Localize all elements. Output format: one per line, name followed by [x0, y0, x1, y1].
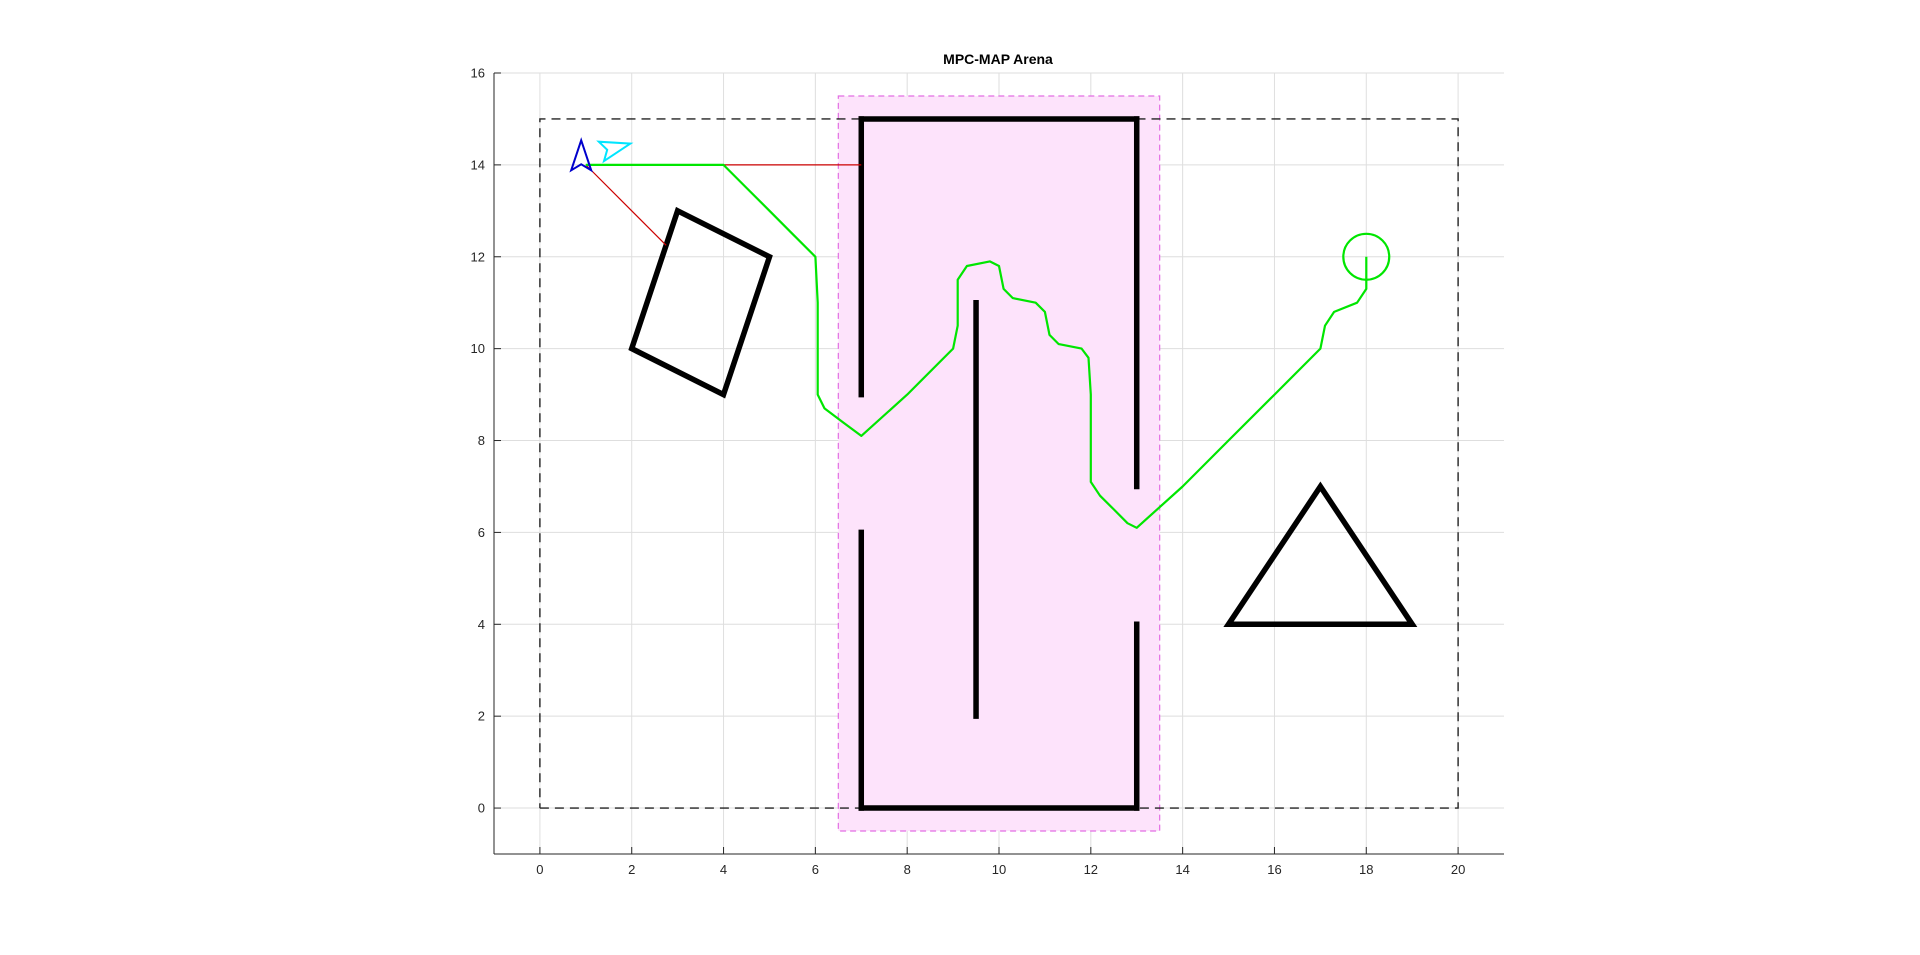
- y-tick-label: 4: [478, 617, 485, 632]
- chart-title: MPC-MAP Arena: [943, 51, 1053, 67]
- y-tick-label: 16: [471, 66, 485, 81]
- x-tick-label: 18: [1359, 862, 1373, 877]
- x-tick-label: 16: [1267, 862, 1281, 877]
- shaded-zone: [837, 95, 1161, 832]
- x-tick-label: 20: [1451, 862, 1465, 877]
- x-tick-label: 0: [536, 862, 543, 877]
- y-tick-label: 6: [478, 525, 485, 540]
- x-tick-label: 6: [812, 862, 819, 877]
- y-tick-label: 0: [478, 801, 485, 816]
- y-tick-label: 8: [478, 433, 485, 448]
- y-tick-label: 10: [471, 341, 485, 356]
- y-tick-label: 12: [471, 249, 485, 264]
- shaded-zone-rect: [837, 95, 1161, 832]
- y-tick-label: 2: [478, 709, 485, 724]
- y-tick-label: 14: [471, 157, 485, 172]
- x-tick-label: 10: [992, 862, 1006, 877]
- x-tick-label: 2: [628, 862, 635, 877]
- x-tick-label: 8: [904, 862, 911, 877]
- x-tick-label: 12: [1084, 862, 1098, 877]
- figure: MPC-MAP Arena 0 2 4 6 8 10 12 14 16 18 20 0 2 4 6 8 10 12…: [0, 0, 1920, 955]
- x-tick-label: 14: [1175, 862, 1189, 877]
- x-tick-label: 4: [720, 862, 727, 877]
